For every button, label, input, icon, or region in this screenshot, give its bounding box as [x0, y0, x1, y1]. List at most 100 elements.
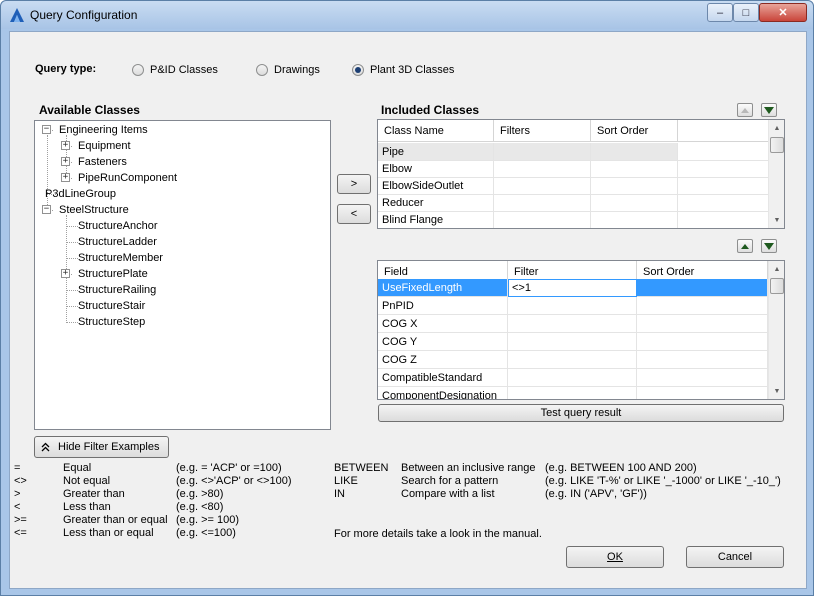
included-classes-header: Class Name Filters Sort Order — [378, 120, 770, 142]
title-bar[interactable]: Query Configuration – □ ✕ — [1, 1, 813, 29]
filter-description: Greater than or equal — [63, 514, 168, 526]
table-cell[interactable] — [637, 369, 768, 387]
maximize-button[interactable]: □ — [733, 3, 759, 22]
query-type-radio[interactable]: P&ID Classes — [132, 64, 218, 76]
table-cell: COG Y — [378, 333, 508, 351]
table-cell: COG X — [378, 315, 508, 333]
table-row[interactable]: PnPID — [378, 297, 768, 315]
query-type-label: Query type: — [35, 63, 97, 75]
tree-node[interactable]: PipeRunComponent — [78, 170, 177, 186]
scroll-down-icon[interactable]: ▼ — [769, 383, 784, 399]
tree-node[interactable]: SteelStructure — [59, 202, 129, 218]
table-row[interactable]: CompatibleStandard — [378, 369, 768, 387]
table-row[interactable]: UseFixedLength <>1 — [378, 279, 768, 297]
table-row[interactable]: Reducer — [378, 194, 770, 212]
table-cell[interactable] — [508, 333, 637, 351]
tree-expander-icon[interactable]: − — [42, 205, 51, 214]
autocad-app-icon — [10, 8, 24, 22]
table-row[interactable]: Pipe — [378, 143, 770, 161]
table-cell[interactable] — [508, 315, 637, 333]
tree-node[interactable]: StructureLadder — [78, 234, 157, 250]
tree-node[interactable]: P3dLineGroup — [45, 186, 116, 202]
tree-node[interactable]: Engineering Items — [59, 122, 148, 138]
hide-filter-examples-label: Hide Filter Examples — [58, 441, 160, 453]
included-scrollbar[interactable]: ▲ ▼ — [768, 120, 784, 228]
table-cell[interactable]: <>1 — [508, 279, 637, 297]
radio-circle[interactable] — [256, 64, 268, 76]
tree-expander-icon[interactable]: + — [61, 173, 70, 182]
tree-node[interactable]: Fasteners — [78, 154, 127, 170]
scroll-up-icon[interactable]: ▲ — [769, 261, 784, 277]
table-row[interactable]: ElbowSideOutlet — [378, 177, 770, 195]
table-cell[interactable] — [508, 387, 637, 399]
table-cell[interactable] — [637, 351, 768, 369]
tree-node[interactable]: StructureRailing — [78, 282, 156, 298]
cancel-button[interactable]: Cancel — [686, 546, 784, 568]
test-query-result-button[interactable]: Test query result — [378, 404, 784, 422]
tree-expander-icon[interactable]: + — [61, 141, 70, 150]
table-cell — [591, 143, 678, 161]
double-chevron-up-icon — [41, 442, 50, 452]
table-row[interactable]: COG X — [378, 315, 768, 333]
filter-example: (e.g. = 'ACP' or =100) — [176, 462, 282, 474]
table-cell: PnPID — [378, 297, 508, 315]
radio-circle[interactable] — [352, 64, 364, 76]
tree-expander-icon[interactable]: + — [61, 269, 70, 278]
field-move-down-button[interactable] — [761, 239, 777, 253]
remove-class-button[interactable]: < — [337, 204, 371, 224]
column-header[interactable]: Class Name — [378, 120, 494, 142]
table-cell — [678, 177, 770, 195]
table-cell[interactable] — [637, 279, 768, 297]
table-cell[interactable] — [508, 351, 637, 369]
available-classes-label: Available Classes — [39, 103, 140, 117]
table-cell[interactable] — [637, 387, 768, 399]
move-up-button[interactable] — [737, 103, 753, 117]
column-header[interactable] — [678, 120, 770, 142]
column-header[interactable]: Sort Order — [591, 120, 678, 142]
minimize-button[interactable]: – — [707, 3, 733, 22]
query-type-radio[interactable]: Drawings — [256, 64, 320, 76]
tree-node[interactable]: StructurePlate — [78, 266, 148, 282]
tree-expander-icon[interactable]: + — [61, 157, 70, 166]
table-cell[interactable] — [508, 297, 637, 315]
tree-node[interactable]: StructureAnchor — [78, 218, 157, 234]
filter-operator: IN — [334, 488, 345, 500]
filter-example: (e.g. <>'ACP' or <>100) — [176, 475, 292, 487]
table-row[interactable]: COG Z — [378, 351, 768, 369]
table-cell[interactable] — [637, 297, 768, 315]
close-button[interactable]: ✕ — [759, 3, 807, 22]
column-header[interactable]: Filters — [494, 120, 591, 142]
tree-node[interactable]: StructureMember — [78, 250, 163, 266]
filter-operator: BETWEEN — [334, 462, 389, 474]
table-cell[interactable] — [637, 333, 768, 351]
included-classes-grid[interactable]: Class Name Filters Sort Order Pipe Elbow Elb… — [377, 119, 785, 229]
scroll-up-icon[interactable]: ▲ — [769, 120, 784, 136]
triangle-up-icon — [741, 108, 749, 113]
ok-button[interactable]: OK — [566, 546, 664, 568]
scroll-thumb[interactable] — [770, 137, 784, 153]
field-move-up-button[interactable] — [737, 239, 753, 253]
radio-label: Drawings — [274, 64, 320, 76]
scroll-thumb[interactable] — [770, 278, 784, 294]
table-row[interactable]: Elbow — [378, 160, 770, 178]
tree-node[interactable]: StructureStep — [78, 314, 145, 330]
table-row[interactable]: COG Y — [378, 333, 768, 351]
tree-expander-icon[interactable]: − — [42, 125, 51, 134]
tree-node[interactable]: Equipment — [78, 138, 131, 154]
tree-node[interactable]: StructureStair — [78, 298, 145, 314]
hide-filter-examples-button[interactable]: Hide Filter Examples — [34, 436, 169, 458]
table-row[interactable]: Blind Flange — [378, 211, 770, 228]
fields-grid[interactable]: Field Filter Sort Order UseFixedLength <>1 P… — [377, 260, 785, 400]
table-cell[interactable] — [508, 369, 637, 387]
fields-scrollbar[interactable]: ▲ ▼ — [768, 261, 784, 399]
table-cell — [591, 211, 678, 228]
table-row[interactable]: ComponentDesignation — [378, 387, 768, 399]
move-down-button[interactable] — [761, 103, 777, 117]
radio-circle[interactable] — [132, 64, 144, 76]
query-type-radio[interactable]: Plant 3D Classes — [352, 64, 454, 76]
scroll-down-icon[interactable]: ▼ — [769, 212, 784, 228]
add-class-button[interactable]: > — [337, 174, 371, 194]
available-classes-tree[interactable]: − Engineering Items + Equipment + Fasteners + P… — [34, 120, 331, 430]
table-cell[interactable] — [637, 315, 768, 333]
filter-description: Compare with a list — [401, 488, 495, 500]
